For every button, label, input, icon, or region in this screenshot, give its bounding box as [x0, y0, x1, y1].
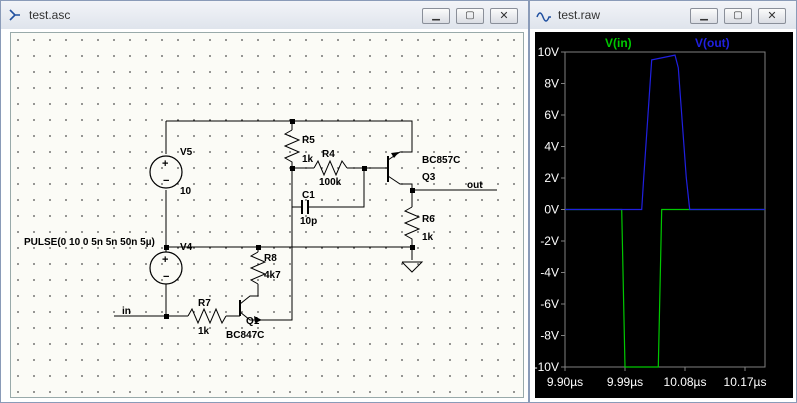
legend-vin: V(in)	[605, 36, 632, 50]
schematic-titlebar[interactable]: test.asc ▁ ▢ ✕	[1, 1, 528, 29]
q1-name: Q1	[246, 316, 260, 327]
q3-name: Q3	[422, 172, 436, 183]
r7-value: 1k	[198, 326, 210, 337]
wire-top-rail	[166, 120, 413, 146]
restore-button[interactable]: ▢	[456, 8, 484, 24]
y-tick-label: 10V	[538, 45, 559, 59]
v4-source-text: PULSE(0 10 0 5n 5n 50n 5µ)	[24, 237, 155, 248]
minimize-button[interactable]: ▁	[690, 8, 718, 24]
r5-value: 1k	[302, 154, 314, 165]
waveform-window[interactable]: test.raw ▁ ▢ ✕ 10V 8V 6V 4V 2V 0V -2V -4V -6V -8V…	[529, 0, 797, 403]
r7-name: R7	[198, 298, 211, 309]
q1-model: BC847C	[226, 330, 264, 341]
junction-r8	[256, 245, 261, 250]
close-button[interactable]: ✕	[490, 8, 518, 24]
y-tick-label: 8V	[544, 77, 559, 91]
r8-name: R8	[264, 253, 277, 264]
y-tick-label: 0V	[544, 203, 559, 217]
minimize-button[interactable]: ▁	[422, 8, 450, 24]
schematic-icon	[9, 9, 20, 21]
v4-name: V4	[180, 242, 193, 253]
v5-minus: −	[163, 175, 169, 187]
q3-model: BC857C	[422, 155, 460, 166]
c1-name: C1	[302, 190, 315, 201]
wire-c1-left	[291, 168, 302, 208]
r8-resistor	[249, 251, 267, 285]
close-button[interactable]: ✕	[758, 8, 786, 24]
window-title: test.raw	[558, 8, 601, 22]
legend-vout: V(out)	[695, 36, 730, 50]
in-label: in	[122, 306, 131, 317]
y-tick-label: -2V	[540, 234, 559, 248]
v5-name: V5	[180, 147, 193, 158]
trace-vout	[565, 54, 765, 211]
y-tick-label: 4V	[544, 140, 559, 154]
v4-minus: −	[163, 271, 169, 283]
wire-q1-node	[262, 168, 293, 321]
r4-name: R4	[322, 149, 335, 160]
v5-value: 10	[180, 186, 192, 197]
r8-value: 4k7	[264, 270, 281, 281]
restore-button[interactable]: ▢	[724, 8, 752, 24]
waveform-icon	[536, 12, 551, 22]
junction-r5-bottom	[290, 166, 295, 171]
junction-out	[410, 188, 415, 193]
y-tick-label: -10V	[535, 360, 559, 374]
junction-r4	[362, 166, 367, 171]
junction-r6	[410, 245, 415, 250]
x-tick-label: 10.17µs	[724, 375, 767, 389]
q1-collector	[239, 295, 258, 305]
y-tick-label: 2V	[544, 171, 559, 185]
r6-value: 1k	[422, 232, 434, 243]
r7-resistor	[187, 307, 227, 325]
window-title: test.asc	[29, 8, 71, 22]
c1-value: 10p	[300, 216, 317, 227]
schematic-canvas[interactable]: + − + − V5 10 R5 1k R4 100k C1 10p BC857…	[10, 32, 524, 398]
ground-symbol	[401, 261, 424, 273]
schematic-window[interactable]: test.asc ▁ ▢ ✕ + − + − V5 10 R5 1k R4 10…	[0, 0, 529, 403]
schematic-drawing: + − + − V5 10 R5 1k R4 100k C1 10p BC857…	[24, 119, 497, 341]
y-tick-label: 6V	[544, 108, 559, 122]
x-tick-label: 9.90µs	[547, 375, 583, 389]
x-tick-label: 9.99µs	[607, 375, 643, 389]
r4-value: 100k	[319, 177, 342, 188]
r4-resistor	[313, 159, 348, 177]
waveform-chart: 10V 8V 6V 4V 2V 0V -2V -4V -6V -8V -10V9.90µs 9.99µ…	[535, 36, 767, 389]
junction-r5-top	[290, 119, 295, 124]
plot-pane[interactable]: 10V 8V 6V 4V 2V 0V -2V -4V -6V -8V -10V 9.90µs 9.99µ…	[535, 32, 793, 398]
v5-plus: +	[162, 158, 168, 170]
junction-in	[164, 314, 169, 319]
x-tick-label: 10.08µs	[664, 375, 707, 389]
r5-resistor	[283, 129, 301, 168]
y-tick-label: -8V	[540, 329, 559, 343]
q3-collector	[387, 175, 413, 190]
trace-vin	[565, 208, 765, 368]
v4-plus: +	[162, 254, 168, 266]
out-label: out	[467, 180, 483, 191]
r6-name: R6	[422, 214, 435, 225]
r5-name: R5	[302, 135, 315, 146]
junction-v4	[164, 245, 169, 250]
r6-resistor	[403, 206, 421, 260]
y-tick-label: -6V	[540, 297, 559, 311]
y-tick-label: -4V	[540, 266, 559, 280]
waveform-titlebar[interactable]: test.raw ▁ ▢ ✕	[530, 1, 796, 29]
